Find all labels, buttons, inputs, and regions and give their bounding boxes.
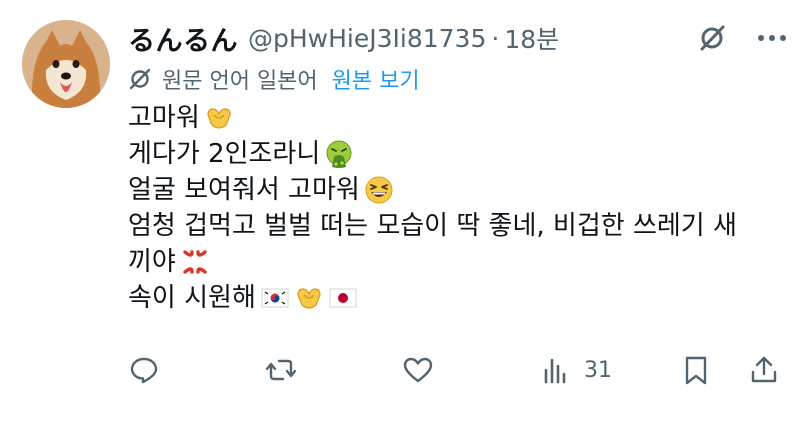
grok-icon	[700, 25, 725, 51]
shiba-dog-avatar-icon	[22, 20, 110, 108]
translation-label: 원문 언어 일본어	[162, 69, 318, 94]
separator-dot: ·	[491, 23, 500, 53]
more-options-button[interactable]	[752, 18, 792, 58]
grok-button[interactable]	[692, 18, 732, 58]
retweet-button[interactable]	[265, 350, 297, 390]
translation-row: 원문 언어 일본어 원본 보기	[128, 62, 420, 96]
retweet-icon	[265, 359, 297, 381]
tweet-line: 고마워	[128, 100, 778, 136]
reply-icon	[130, 357, 158, 384]
tweet-line: 얼굴 보여줘서 고마워	[128, 172, 778, 208]
heart-hands-emoji-icon	[294, 283, 324, 313]
tweet-header: るんるん @pHwHieJ3Ii81735 · 18분	[128, 18, 559, 58]
heart-hands-emoji-icon	[204, 103, 234, 133]
tweet-line: 엄청 겁먹고 벌벌 떠는 모습이 딱 좋네, 비겁한 쓰레기 새	[128, 208, 778, 244]
display-name[interactable]: るんるん	[128, 19, 238, 58]
anger-symbol-emoji-icon	[180, 247, 210, 277]
vomiting-face-emoji-icon	[324, 139, 354, 169]
bookmark-icon	[685, 356, 707, 385]
timestamp[interactable]: 18분	[504, 20, 559, 56]
bookmark-button[interactable]	[680, 350, 712, 390]
tweet-text: 고마워 게다가 2인조라니 얼굴 보여줘서 고마워 엄청 겁먹고 벌벌 떠는 모…	[128, 100, 778, 316]
japan-flag-emoji-icon	[328, 283, 358, 313]
show-original-link[interactable]: 원본 보기	[332, 63, 420, 95]
action-bar: 31	[128, 350, 788, 390]
tweet-line: 끼야	[128, 244, 778, 280]
korea-flag-emoji-icon	[260, 283, 290, 313]
heart-icon	[403, 357, 433, 383]
tweet-line-text: 엄청 겁먹고 벌벌 떠는 모습이 딱 좋네, 비겁한 쓰레기 새	[128, 211, 737, 241]
like-button[interactable]	[402, 350, 434, 390]
tweet-line: 게다가 2인조라니	[128, 136, 778, 172]
tweet-line-text: 속이 시원해	[128, 283, 256, 313]
grinning-squinting-face-emoji-icon	[364, 175, 394, 205]
tweet-card: るんるん @pHwHieJ3Ii81735 · 18분 원문 언어 일본어 원본…	[0, 0, 800, 421]
avatar[interactable]	[22, 20, 110, 108]
tweet-line-text: 고마워	[128, 103, 200, 133]
tweet-line-text: 끼야	[128, 247, 176, 277]
views-icon	[544, 358, 566, 384]
tweet-line-text: 얼굴 보여줘서 고마워	[128, 175, 360, 205]
tweet-line: 속이 시원해	[128, 280, 778, 316]
views-count: 31	[584, 357, 612, 383]
more-dots-icon	[758, 35, 786, 41]
translate-icon	[128, 66, 154, 92]
reply-button[interactable]	[128, 350, 160, 390]
views-button[interactable]: 31	[540, 350, 612, 390]
tweet-line-text: 게다가 2인조라니	[128, 139, 321, 169]
user-handle[interactable]: @pHwHieJ3Ii81735	[248, 24, 486, 53]
share-button[interactable]	[748, 350, 780, 390]
share-icon	[751, 356, 777, 383]
